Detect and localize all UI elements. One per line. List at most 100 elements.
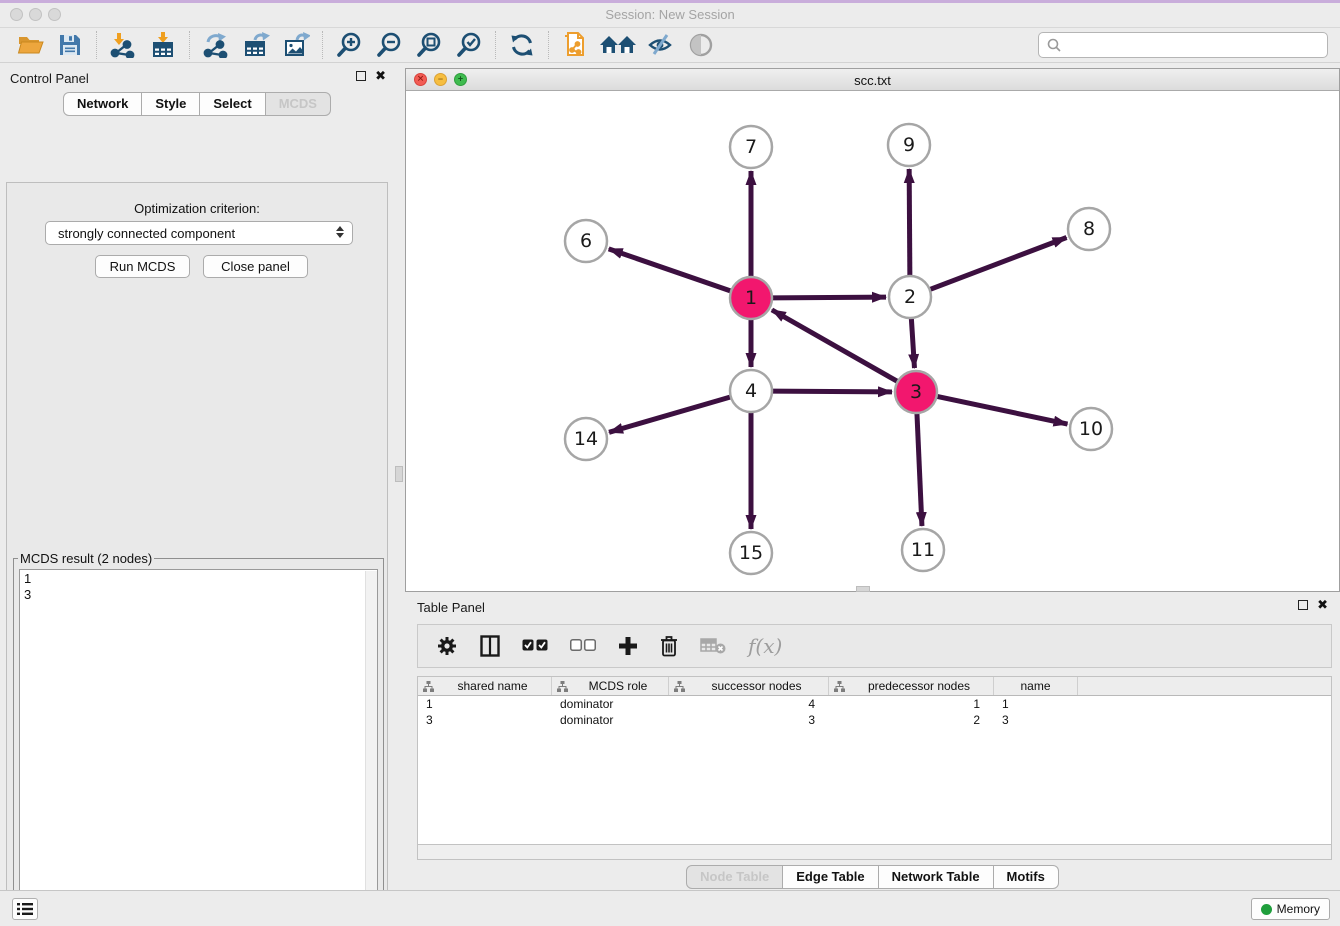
- edge-2-3[interactable]: [911, 318, 914, 368]
- vertical-splitter-handle[interactable]: [395, 466, 403, 482]
- zoom-fit-button[interactable]: [409, 30, 449, 60]
- node-label-2: 2: [904, 286, 916, 308]
- tab-style[interactable]: Style: [142, 92, 200, 116]
- tab-motifs[interactable]: Motifs: [994, 865, 1059, 889]
- cell-predecessor-nodes[interactable]: 2: [829, 712, 994, 728]
- column-header-predecessor-nodes[interactable]: predecessor nodes: [829, 677, 994, 695]
- table-row[interactable]: 3dominator323: [418, 712, 1331, 728]
- tab-select[interactable]: Select: [200, 92, 265, 116]
- tab-mcds[interactable]: MCDS: [266, 92, 331, 116]
- edge-3-10[interactable]: [937, 396, 1068, 424]
- task-history-button[interactable]: [12, 898, 38, 920]
- node-label-3: 3: [910, 381, 922, 403]
- show-graphics-details-button[interactable]: [681, 30, 721, 60]
- result-scrollbar[interactable]: [365, 571, 377, 924]
- delete-table-button[interactable]: [700, 631, 726, 661]
- search-box[interactable]: [1038, 32, 1328, 58]
- edge-2-9[interactable]: [909, 169, 910, 276]
- cell-MCDS-role[interactable]: dominator: [552, 696, 669, 712]
- cell-predecessor-nodes[interactable]: 1: [829, 696, 994, 712]
- column-header-successor-nodes[interactable]: successor nodes: [669, 677, 829, 695]
- control-panel-float-icon[interactable]: [356, 71, 366, 81]
- export-image-button[interactable]: [276, 30, 316, 60]
- cell-successor-nodes[interactable]: 4: [669, 696, 829, 712]
- table-panel-close-icon[interactable]: ✖: [1317, 600, 1328, 610]
- cell-successor-nodes[interactable]: 3: [669, 712, 829, 728]
- apply-function-button[interactable]: f(x): [748, 631, 782, 661]
- edge-3-11[interactable]: [917, 413, 922, 526]
- close-panel-button[interactable]: Close panel: [203, 255, 308, 278]
- control-panel-close-icon[interactable]: ✖: [375, 71, 386, 81]
- network-window-titlebar[interactable]: ✕ – + scc.txt: [406, 69, 1339, 91]
- edge-4-3[interactable]: [772, 391, 892, 392]
- node-label-7: 7: [745, 136, 757, 158]
- zoom-out-button[interactable]: [369, 30, 409, 60]
- clone-network-button[interactable]: [555, 30, 595, 60]
- hide-graphics-details-button[interactable]: [641, 30, 681, 60]
- app-titlebar: Session: New Session: [0, 0, 1340, 28]
- run-mcds-button[interactable]: Run MCDS: [95, 255, 190, 278]
- cell-shared-name[interactable]: 3: [418, 712, 552, 728]
- column-header-MCDS-role[interactable]: MCDS role: [552, 677, 669, 695]
- toolbar-separator: [548, 31, 549, 59]
- export-network-button[interactable]: [196, 30, 236, 60]
- cell-MCDS-role[interactable]: dominator: [552, 712, 669, 728]
- table-settings-button[interactable]: [436, 631, 458, 661]
- node-label-11: 11: [911, 539, 935, 561]
- cell-name[interactable]: 3: [994, 712, 1078, 728]
- mcds-result-area[interactable]: 1 3: [19, 569, 378, 926]
- tab-network-table[interactable]: Network Table: [879, 865, 994, 889]
- add-row-button[interactable]: [618, 631, 638, 661]
- import-network-icon: [110, 32, 136, 58]
- tab-node-table[interactable]: Node Table: [686, 865, 783, 889]
- open-session-button[interactable]: [10, 30, 50, 60]
- memory-button[interactable]: Memory: [1251, 898, 1330, 920]
- network-graph-canvas[interactable]: 7968124314101511: [406, 91, 1339, 591]
- cell-shared-name[interactable]: 1: [418, 696, 552, 712]
- column-header-name[interactable]: name: [994, 677, 1078, 695]
- delete-rows-button[interactable]: [660, 631, 678, 661]
- eye-slash-icon: [647, 33, 675, 57]
- status-bar: Memory: [0, 890, 1340, 926]
- column-header-shared-name[interactable]: shared name: [418, 677, 552, 695]
- tab-network[interactable]: Network: [63, 92, 142, 116]
- network-overview-button[interactable]: [595, 30, 641, 60]
- zoom-selected-button[interactable]: [449, 30, 489, 60]
- mcds-result-title: MCDS result (2 nodes): [18, 551, 154, 566]
- node-label-10: 10: [1079, 418, 1103, 440]
- deselect-all-button[interactable]: [570, 631, 596, 661]
- select-all-button[interactable]: [522, 631, 548, 661]
- export-table-icon: [243, 32, 270, 58]
- refresh-button[interactable]: [502, 30, 542, 60]
- table-panel-float-icon[interactable]: [1298, 600, 1308, 610]
- import-table-button[interactable]: [143, 30, 183, 60]
- vertical-splitter[interactable]: [394, 63, 405, 890]
- control-panel-header: Control Panel ✖: [0, 63, 394, 92]
- tab-edge-table[interactable]: Edge Table: [783, 865, 878, 889]
- save-session-button[interactable]: [50, 30, 90, 60]
- edge-4-14[interactable]: [609, 397, 731, 432]
- zoom-in-icon: [336, 32, 362, 58]
- clone-network-icon: [562, 31, 588, 59]
- optimization-criterion-select[interactable]: strongly connected component: [45, 221, 353, 245]
- zoom-fit-icon: [416, 32, 442, 58]
- save-floppy-icon: [58, 33, 82, 57]
- edge-1-6[interactable]: [609, 249, 731, 291]
- edge-1-2[interactable]: [772, 297, 886, 298]
- toolbar-separator: [189, 31, 190, 59]
- table-toolbar: f(x): [417, 624, 1332, 668]
- cell-name[interactable]: 1: [994, 696, 1078, 712]
- search-input[interactable]: [1062, 35, 1327, 55]
- columns-icon: [480, 635, 500, 657]
- export-table-button[interactable]: [236, 30, 276, 60]
- import-network-button[interactable]: [103, 30, 143, 60]
- show-columns-button[interactable]: [480, 631, 500, 661]
- edge-2-8[interactable]: [930, 238, 1067, 290]
- zoom-in-button[interactable]: [329, 30, 369, 60]
- zoom-selected-icon: [456, 32, 482, 58]
- toolbar-separator: [495, 31, 496, 59]
- edge-3-1[interactable]: [772, 310, 898, 382]
- toolbar-separator: [322, 31, 323, 59]
- table-horizontal-scrollbar[interactable]: [417, 845, 1332, 860]
- table-row[interactable]: 1dominator411: [418, 696, 1331, 712]
